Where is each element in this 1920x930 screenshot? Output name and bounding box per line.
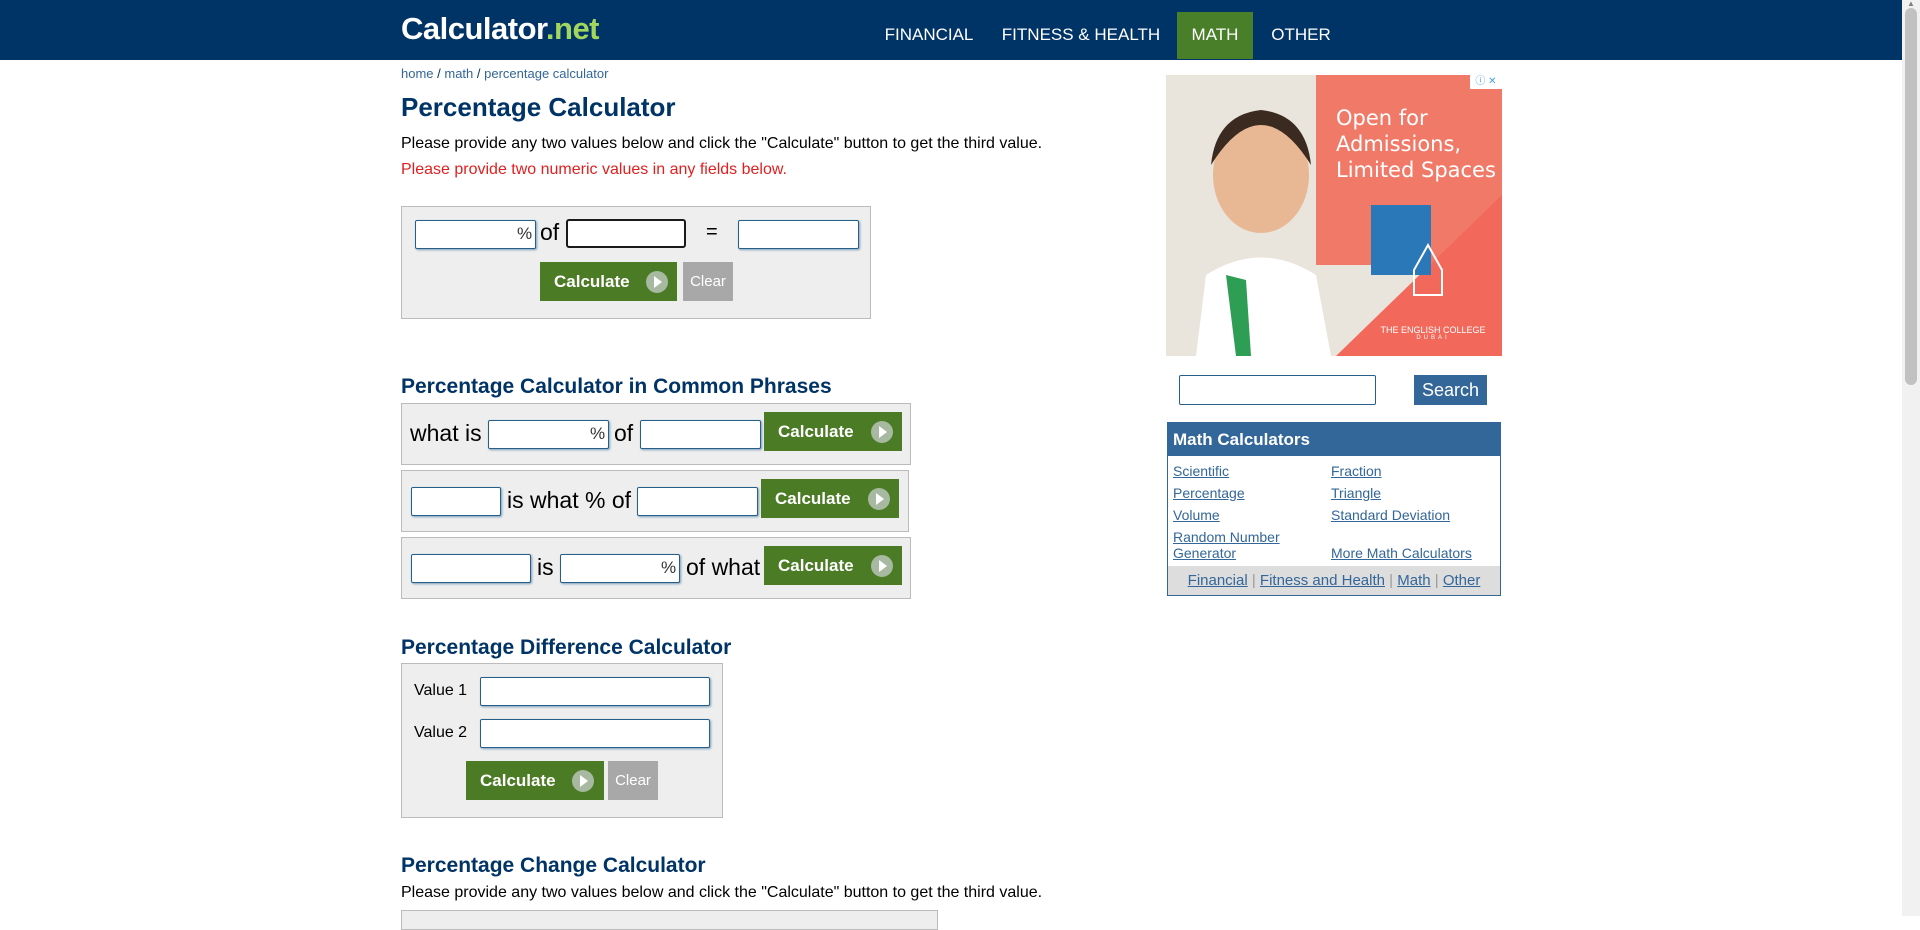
error-message: Please provide two numeric values in any… — [401, 161, 787, 178]
scroll-up-arrow-icon[interactable]: ▲ — [1905, 0, 1917, 8]
difference-calculate-button[interactable]: Calculate — [466, 761, 604, 800]
breadcrumb-separator: / — [473, 66, 485, 81]
calculate-label: Calculate — [554, 272, 630, 291]
search-button[interactable]: Search — [1414, 375, 1487, 405]
calculate-label: Calculate — [778, 422, 854, 441]
breadcrumb: home / math / percentage calculator — [401, 66, 608, 81]
arrow-right-icon — [646, 271, 668, 293]
ad-headline: Open for Admissions, Limited Spaces — [1336, 106, 1496, 182]
change-heading: Percentage Change Calculator — [401, 854, 706, 877]
base-value-input[interactable] — [566, 219, 686, 248]
nav-other[interactable]: OTHER — [1263, 12, 1339, 59]
link-standard-deviation[interactable]: Standard Deviation — [1331, 507, 1450, 523]
site-logo[interactable]: Calculator.net — [401, 11, 600, 47]
value2-label: Value 2 — [414, 724, 468, 741]
advertisement[interactable]: Open for Admissions, Limited Spaces THE … — [1166, 75, 1502, 356]
link-more-math-calculators[interactable]: More Math Calculators — [1331, 545, 1472, 561]
link-percentage[interactable]: Percentage — [1173, 485, 1245, 501]
phrase2-base-input[interactable] — [637, 487, 758, 516]
footer-link-other[interactable]: Other — [1443, 572, 1481, 589]
footer-separator: | — [1385, 572, 1398, 589]
difference-clear-button[interactable]: Clear — [608, 761, 658, 800]
footer-separator: | — [1247, 572, 1260, 589]
math-calculators-box: Math Calculators Scientific Fraction Per… — [1167, 422, 1501, 596]
ad-choices-icon[interactable]: ⓘ ✕ — [1470, 75, 1502, 89]
ad-city-label: DUBAI — [1416, 335, 1450, 341]
breadcrumb-separator: / — [433, 66, 445, 81]
phrase3-calculate-button[interactable]: Calculate — [764, 546, 902, 585]
result-input[interactable] — [738, 220, 859, 249]
breadcrumb-current[interactable]: percentage calculator — [484, 66, 608, 81]
footer-link-fitness-health[interactable]: Fitness and Health — [1260, 572, 1385, 589]
value1-input[interactable] — [480, 677, 710, 706]
of-label: of — [540, 219, 560, 245]
phrase2-calculate-button[interactable]: Calculate — [761, 479, 899, 518]
link-volume[interactable]: Volume — [1173, 507, 1220, 523]
math-calculators-title: Math Calculators — [1168, 423, 1500, 456]
phrases-heading: Percentage Calculator in Common Phrases — [401, 375, 832, 398]
value1-label: Value 1 — [414, 682, 468, 699]
nav-financial[interactable]: FINANCIAL — [872, 12, 986, 59]
of-what-label: of what — [686, 554, 761, 580]
phrase1-calculate-button[interactable]: Calculate — [764, 412, 902, 451]
arrow-right-icon — [572, 770, 594, 792]
phrase1-value-input[interactable] — [640, 420, 761, 449]
math-calculators-footer: Financial | Fitness and Health | Math | … — [1168, 566, 1500, 595]
calculate-label: Calculate — [778, 556, 854, 575]
logo-tld: .net — [545, 11, 600, 46]
search-input[interactable] — [1179, 375, 1376, 405]
nav-math[interactable]: MATH — [1177, 12, 1253, 59]
arrow-right-icon — [868, 488, 890, 510]
intro-text: Please provide any two values below and … — [401, 135, 1043, 152]
page-title: Percentage Calculator — [401, 92, 676, 122]
change-intro-text: Please provide any two values below and … — [401, 884, 1043, 901]
change-panel — [401, 910, 938, 930]
footer-separator: | — [1430, 572, 1443, 589]
link-triangle[interactable]: Triangle — [1331, 485, 1381, 501]
percent-sign: % — [661, 558, 677, 577]
clear-button[interactable]: Clear — [683, 262, 733, 301]
footer-link-financial[interactable]: Financial — [1188, 572, 1248, 589]
phrase3-value-input[interactable] — [411, 554, 531, 583]
breadcrumb-math[interactable]: math — [444, 66, 473, 81]
difference-heading: Percentage Difference Calculator — [401, 636, 732, 659]
link-fraction[interactable]: Fraction — [1331, 463, 1382, 479]
ad-college-name: THE ENGLISH COLLEGE DUBAI — [1378, 325, 1488, 341]
breadcrumb-home[interactable]: home — [401, 66, 434, 81]
logo-text: Calculator — [401, 11, 546, 46]
percent-sign: % — [517, 224, 533, 243]
link-rng-line1: Random Number — [1173, 529, 1280, 545]
footer-link-math[interactable]: Math — [1397, 572, 1430, 589]
ad-college-label: THE ENGLISH COLLEGE — [1380, 325, 1486, 335]
link-scientific[interactable]: Scientific — [1173, 463, 1229, 479]
is-label: is — [537, 554, 554, 580]
of-label: of — [614, 420, 634, 446]
calculate-label: Calculate — [775, 489, 851, 508]
percent-sign: % — [590, 424, 606, 443]
link-rng-line2: Generator — [1173, 545, 1237, 561]
calculate-label: Calculate — [480, 771, 556, 790]
arrow-right-icon — [871, 555, 893, 577]
what-is-label: what is — [410, 420, 482, 446]
value2-input[interactable] — [480, 719, 710, 748]
phrase2-value-input[interactable] — [411, 487, 501, 516]
link-random-number-generator[interactable]: Random Number Generator — [1173, 529, 1280, 561]
nav-fitness-health[interactable]: FITNESS & HEALTH — [996, 12, 1166, 59]
is-what-percent-of-label: is what % of — [507, 487, 631, 513]
scrollbar-thumb[interactable] — [1905, 8, 1917, 385]
calculate-button[interactable]: Calculate — [540, 262, 677, 301]
arrow-right-icon — [871, 421, 893, 443]
equals-sign: = — [706, 221, 718, 243]
